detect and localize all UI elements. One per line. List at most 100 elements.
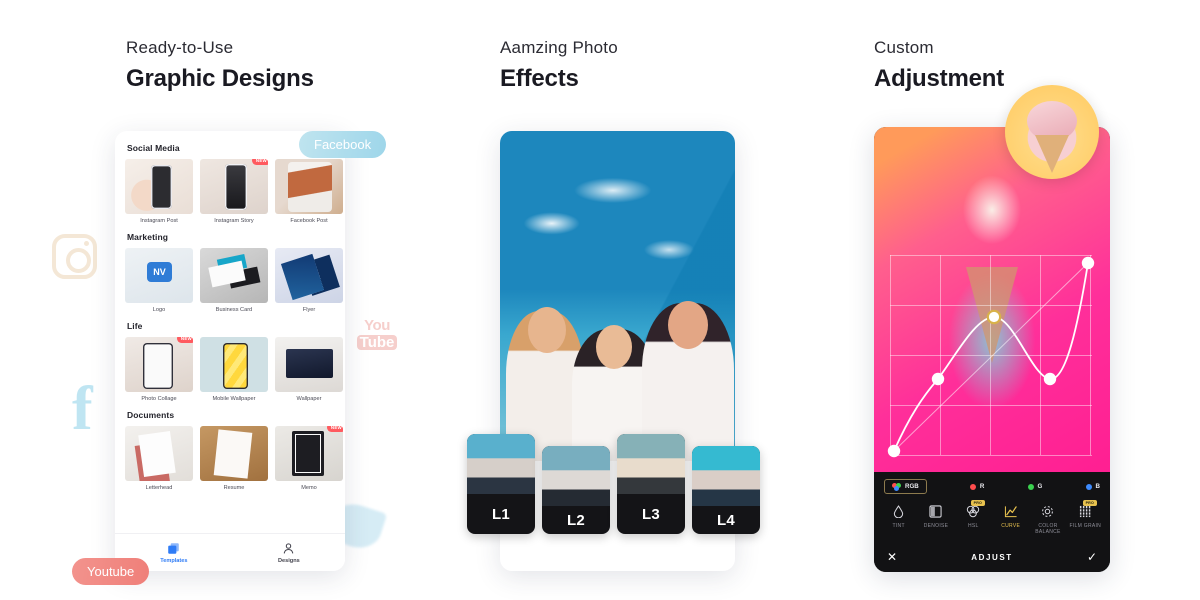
template-thumbnail[interactable] bbox=[275, 159, 343, 214]
curve-point-2-selected[interactable] bbox=[986, 309, 1002, 325]
curve-point-0[interactable] bbox=[887, 444, 901, 458]
tool-hsl[interactable]: PRO HSL bbox=[955, 500, 992, 535]
facebook-pill[interactable]: Facebook bbox=[299, 131, 387, 158]
template-thumbnail[interactable]: NEW bbox=[275, 426, 343, 482]
confirm-icon[interactable]: ✓ bbox=[1081, 551, 1097, 563]
template-card[interactable]: Wallpaper bbox=[275, 337, 343, 402]
tool-tint[interactable]: TINT bbox=[880, 503, 917, 535]
template-grid: Logo Business Card Flyer bbox=[125, 248, 343, 313]
cone-shape bbox=[1035, 135, 1069, 173]
curve-icon bbox=[992, 503, 1029, 520]
tool-label: HSL bbox=[968, 523, 979, 529]
section-title-life: Life bbox=[127, 321, 143, 332]
curve-path bbox=[887, 256, 1095, 458]
tool-label: COLOR BALANCE bbox=[1035, 523, 1061, 535]
channel-r[interactable]: R bbox=[969, 483, 985, 490]
column-kicker: Custom bbox=[874, 38, 934, 57]
template-card[interactable]: Instagram Post bbox=[125, 159, 193, 224]
adjust-action-row: ✕ ADJUST ✓ bbox=[874, 542, 1110, 572]
curve-point-1[interactable] bbox=[931, 372, 945, 386]
template-grid: NEW Photo Collage Mobile Wallpaper Wallp… bbox=[125, 337, 343, 402]
curve-editor[interactable] bbox=[887, 255, 1095, 458]
person-icon bbox=[284, 542, 294, 553]
before-preview-thumbnail[interactable] bbox=[1005, 85, 1099, 179]
template-card[interactable]: Logo bbox=[125, 248, 193, 313]
channel-selector: RGB R G B bbox=[874, 472, 1110, 499]
filter-card-l1[interactable]: L1 bbox=[467, 434, 535, 534]
page-root: Ready-to-Use Graphic Designs Aamzing Pho… bbox=[0, 0, 1200, 600]
tool-label: CURVE bbox=[1001, 523, 1021, 529]
green-dot-icon bbox=[1027, 483, 1034, 490]
filter-strip[interactable]: L1 L2 L3 L4 bbox=[467, 434, 767, 534]
tool-denoise[interactable]: DENOISE bbox=[917, 503, 954, 535]
template-thumbnail[interactable] bbox=[275, 337, 343, 393]
template-thumbnail[interactable]: NEW bbox=[200, 159, 268, 214]
adjust-phone-panel: RGB R G B TINT DENOISE PRO HSL CURVE COL… bbox=[874, 85, 1110, 572]
tab-label: Templates bbox=[160, 557, 188, 564]
section-title-documents: Documents bbox=[127, 410, 175, 421]
template-card[interactable]: Mobile Wallpaper bbox=[200, 337, 268, 402]
template-thumbnail[interactable]: NEW bbox=[125, 337, 193, 393]
channel-label: R bbox=[979, 483, 985, 490]
channel-b[interactable]: B bbox=[1085, 483, 1100, 490]
template-card[interactable]: NEW Instagram Story bbox=[200, 159, 268, 224]
column-header-3: Custom Adjustment bbox=[874, 38, 1004, 93]
channel-g[interactable]: G bbox=[1027, 483, 1042, 490]
photo-face-left bbox=[528, 307, 566, 353]
filter-label: L3 bbox=[641, 505, 661, 523]
youtube-icon-line1: You bbox=[364, 317, 390, 334]
curve-point-3[interactable] bbox=[1043, 372, 1057, 386]
tool-film-grain[interactable]: PRO FILM GRAIN bbox=[1067, 500, 1104, 535]
facebook-icon: f bbox=[72, 375, 93, 443]
tool-curve[interactable]: CURVE bbox=[992, 503, 1029, 535]
new-badge: NEW bbox=[251, 159, 268, 165]
template-thumbnail[interactable] bbox=[275, 248, 343, 304]
column-kicker: Ready-to-Use bbox=[126, 38, 234, 57]
bottom-tab-bar: Templates Designs bbox=[115, 533, 345, 571]
template-card[interactable]: Flyer bbox=[275, 248, 343, 313]
curve-point-4[interactable] bbox=[1081, 256, 1095, 270]
template-thumbnail[interactable] bbox=[200, 426, 268, 482]
filter-preview bbox=[542, 446, 610, 506]
tool-color-balance[interactable]: COLOR BALANCE bbox=[1029, 503, 1066, 535]
template-thumbnail[interactable] bbox=[200, 248, 268, 304]
filter-card-l4[interactable]: L4 bbox=[692, 446, 760, 534]
template-grid: Instagram Post NEW Instagram Story Faceb… bbox=[125, 159, 343, 224]
tool-label: FILM GRAIN bbox=[1069, 523, 1102, 529]
template-thumbnail[interactable] bbox=[200, 337, 268, 393]
main-photo[interactable] bbox=[500, 131, 735, 461]
new-badge: NEW bbox=[326, 426, 343, 433]
youtube-pill[interactable]: Youtube bbox=[72, 558, 150, 585]
template-card[interactable]: Business Card bbox=[200, 248, 268, 313]
template-card[interactable]: NEW Photo Collage bbox=[125, 337, 193, 402]
adjust-app-screen: RGB R G B TINT DENOISE PRO HSL CURVE COL… bbox=[874, 127, 1110, 572]
template-grid: Letterhead Resume NEW Memo bbox=[125, 426, 343, 491]
cancel-icon[interactable]: ✕ bbox=[887, 551, 903, 563]
column-headline: Adjustment bbox=[874, 65, 1005, 92]
filter-card-l3[interactable]: L3 bbox=[617, 434, 685, 534]
templates-scroll-area[interactable]: Social Media Instagram Post NEW Instagra… bbox=[115, 131, 345, 492]
template-label: Logo bbox=[152, 307, 166, 314]
column-headline: Graphic Designs bbox=[126, 65, 314, 92]
pro-badge: PRO bbox=[1082, 500, 1097, 506]
template-card[interactable]: Facebook Post bbox=[275, 159, 343, 224]
template-label: Flyer bbox=[302, 307, 316, 314]
photo-face-center bbox=[596, 325, 632, 369]
tab-templates[interactable]: Templates bbox=[160, 542, 188, 564]
tab-designs[interactable]: Designs bbox=[278, 542, 300, 564]
template-label: Instagram Story bbox=[214, 218, 254, 224]
template-thumbnail[interactable] bbox=[125, 426, 193, 482]
template-card[interactable]: Letterhead bbox=[125, 426, 193, 491]
template-thumbnail[interactable] bbox=[125, 159, 193, 214]
templates-phone-panel: Social Media Instagram Post NEW Instagra… bbox=[115, 131, 345, 571]
droplet-icon bbox=[880, 503, 917, 520]
template-card[interactable]: Resume bbox=[200, 426, 268, 491]
channel-rgb[interactable]: RGB bbox=[884, 479, 927, 494]
template-card[interactable]: NEW Memo bbox=[275, 426, 343, 491]
filter-card-l2[interactable]: L2 bbox=[542, 446, 610, 534]
template-thumbnail[interactable] bbox=[125, 248, 193, 304]
tool-label: DENOISE bbox=[923, 523, 949, 529]
filter-preview bbox=[467, 434, 535, 494]
photo-face-right bbox=[668, 301, 708, 349]
column-headline: Effects bbox=[500, 65, 579, 92]
